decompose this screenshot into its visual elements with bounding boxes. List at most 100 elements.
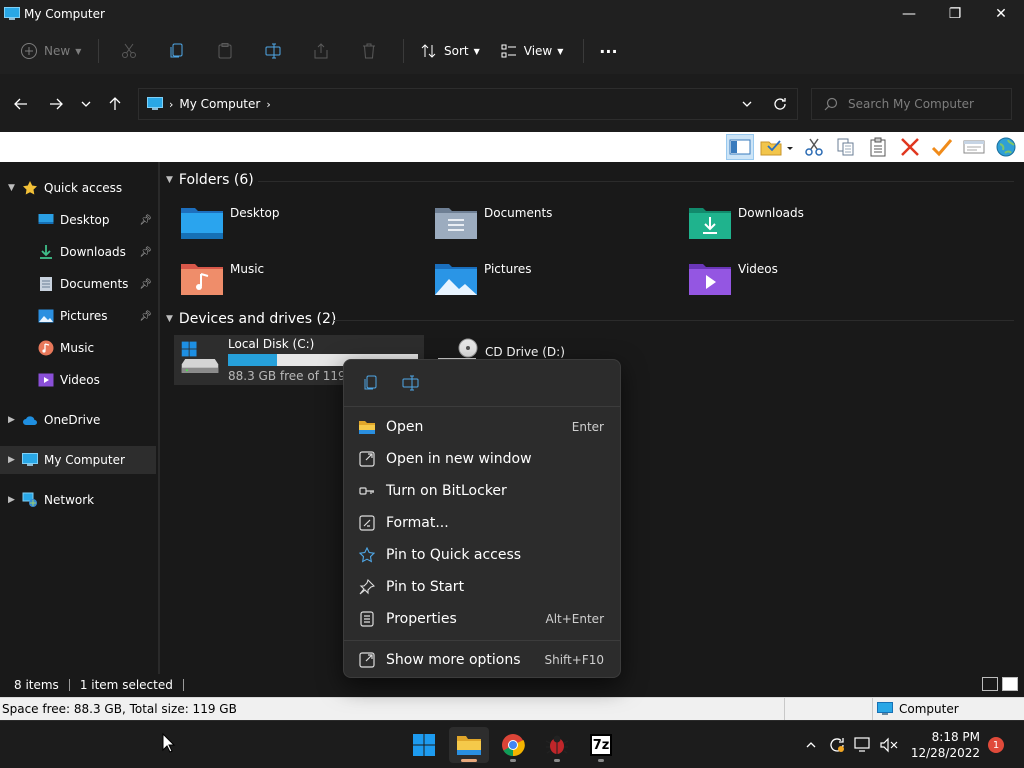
delete-button[interactable]: [347, 35, 391, 67]
window-controls: — ❐ ✕: [886, 0, 1024, 28]
expand-chevron-icon[interactable]: ▼: [8, 183, 22, 193]
share-button[interactable]: [299, 35, 343, 67]
legacy-status-bar: Space free: 88.3 GB, Total size: 119 GB …: [0, 697, 1024, 721]
taskbar-bug-app[interactable]: [537, 727, 577, 763]
sidebar-item-videos[interactable]: Videos: [0, 366, 156, 394]
view-button[interactable]: View ▼: [492, 35, 572, 67]
arrow-right-icon: [50, 98, 63, 110]
menu-label: Pin to Quick access: [386, 547, 522, 563]
menu-properties[interactable]: Properties Alt+Enter: [348, 604, 616, 634]
tray-overflow-button[interactable]: [799, 733, 823, 757]
expand-chevron-icon[interactable]: ▶: [8, 495, 22, 505]
rename-quick-button[interactable]: [398, 370, 424, 396]
address-history-button[interactable]: [731, 98, 763, 110]
menu-format[interactable]: Format...: [348, 508, 616, 538]
expand-chevron-icon[interactable]: ▶: [8, 415, 22, 425]
paste-legacy-button[interactable]: [864, 134, 892, 160]
menu-open-new-window[interactable]: Open in new window: [348, 444, 616, 474]
folder-pictures[interactable]: Pictures: [434, 258, 674, 302]
copy-icon: [837, 138, 854, 156]
taskbar: 7z 8:18 PM 12/28/2022 1: [0, 720, 1024, 768]
select-folder-button[interactable]: [758, 134, 796, 160]
close-button[interactable]: ✕: [978, 0, 1024, 28]
sidebar-item-onedrive[interactable]: ▶ OneDrive: [0, 406, 156, 434]
menu-open[interactable]: Open Enter: [348, 412, 616, 442]
folder-documents[interactable]: Documents: [434, 202, 674, 246]
paste-button[interactable]: [203, 35, 247, 67]
tray-volume-icon[interactable]: [877, 733, 901, 757]
forward-button[interactable]: [44, 92, 68, 116]
folder-desktop[interactable]: Desktop: [180, 202, 420, 246]
breadcrumb-chevron-icon[interactable]: ›: [266, 98, 270, 111]
copy-button[interactable]: [155, 35, 199, 67]
taskbar-file-explorer[interactable]: [449, 727, 489, 763]
notification-badge[interactable]: 1: [988, 737, 1004, 753]
pin-icon[interactable]: 📌︎: [139, 311, 152, 322]
more-options-button[interactable]: ···: [592, 35, 624, 67]
search-box[interactable]: [811, 88, 1012, 120]
sidebar-item-label: Videos: [60, 373, 100, 387]
collapse-chevron-icon[interactable]: ▼: [166, 314, 173, 324]
sort-button[interactable]: Sort ▼: [412, 35, 488, 67]
sidebar-item-network[interactable]: ▶ Network: [0, 486, 156, 514]
sort-label: Sort: [444, 44, 469, 58]
minimize-button[interactable]: —: [886, 0, 932, 28]
sidebar-item-pictures[interactable]: Pictures 📌︎: [0, 302, 156, 330]
sidebar-item-downloads[interactable]: Downloads 📌︎: [0, 238, 156, 266]
copy-legacy-button[interactable]: [832, 134, 860, 160]
tray-network-icon[interactable]: [851, 733, 875, 757]
tray-sync-icon[interactable]: [825, 733, 849, 757]
back-button[interactable]: [9, 92, 33, 116]
folder-videos[interactable]: Videos: [688, 258, 928, 302]
folder-music[interactable]: Music: [180, 258, 420, 302]
refresh-button[interactable]: [763, 97, 797, 111]
taskbar-7zip[interactable]: 7z: [581, 727, 621, 763]
monitor-network-icon: [854, 737, 870, 752]
maximize-button[interactable]: ❐: [932, 0, 978, 28]
recent-locations-button[interactable]: [74, 92, 98, 116]
pin-icon[interactable]: 📌︎: [139, 247, 152, 258]
cut-legacy-button[interactable]: [800, 134, 828, 160]
menu-shortcut: Shift+F10: [544, 653, 604, 667]
start-button[interactable]: [404, 727, 444, 763]
delete-legacy-button[interactable]: [896, 134, 924, 160]
new-button[interactable]: New ▼: [14, 35, 86, 67]
collapse-chevron-icon[interactable]: ▼: [166, 175, 173, 185]
rename-button[interactable]: [251, 35, 295, 67]
menu-label: Properties: [386, 611, 457, 627]
pin-icon[interactable]: 📌︎: [139, 215, 152, 226]
folder-downloads[interactable]: Downloads: [688, 202, 928, 246]
taskbar-chrome[interactable]: [493, 727, 533, 763]
copy-quick-button[interactable]: [358, 370, 384, 396]
pin-icon[interactable]: 📌︎: [139, 279, 152, 290]
expand-chevron-icon[interactable]: ▶: [8, 455, 22, 465]
properties-legacy-button[interactable]: [960, 134, 988, 160]
preview-pane-button[interactable]: [726, 134, 754, 160]
sidebar-item-documents[interactable]: Documents 📌︎: [0, 270, 156, 298]
computer-icon: [22, 452, 38, 468]
globe-legacy-button[interactable]: [992, 134, 1020, 160]
drive-name: Local Disk (C:): [228, 337, 315, 351]
sidebar-item-quick-access[interactable]: ▼ Quick access: [0, 174, 156, 202]
sidebar-item-my-computer[interactable]: ▶ My Computer: [0, 446, 156, 474]
details-view-icon[interactable]: [982, 677, 998, 691]
breadcrumb-my-computer[interactable]: My Computer: [179, 97, 260, 111]
menu-pin-quick-access[interactable]: Pin to Quick access: [348, 540, 616, 570]
menu-show-more-options[interactable]: Show more options Shift+F10: [348, 645, 616, 675]
sidebar-item-desktop[interactable]: Desktop 📌︎: [0, 206, 156, 234]
scissors-icon: [122, 43, 136, 58]
sidebar-splitter[interactable]: [158, 162, 160, 674]
clock[interactable]: 8:18 PM 12/28/2022: [911, 729, 980, 761]
menu-pin-start[interactable]: Pin to Start: [348, 572, 616, 602]
folders-group-header[interactable]: ▼ Folders (6): [166, 172, 254, 188]
address-bar[interactable]: › My Computer ›: [138, 88, 798, 120]
sidebar-item-music[interactable]: Music: [0, 334, 156, 362]
drives-group-header[interactable]: ▼ Devices and drives (2): [166, 311, 336, 327]
tiles-view-icon[interactable]: [1002, 677, 1018, 691]
up-button[interactable]: [103, 92, 127, 116]
menu-bitlocker[interactable]: Turn on BitLocker: [348, 476, 616, 506]
apply-legacy-button[interactable]: [928, 134, 956, 160]
search-input[interactable]: [848, 97, 1008, 111]
cut-button[interactable]: [107, 35, 151, 67]
menu-label: Open in new window: [386, 451, 532, 467]
